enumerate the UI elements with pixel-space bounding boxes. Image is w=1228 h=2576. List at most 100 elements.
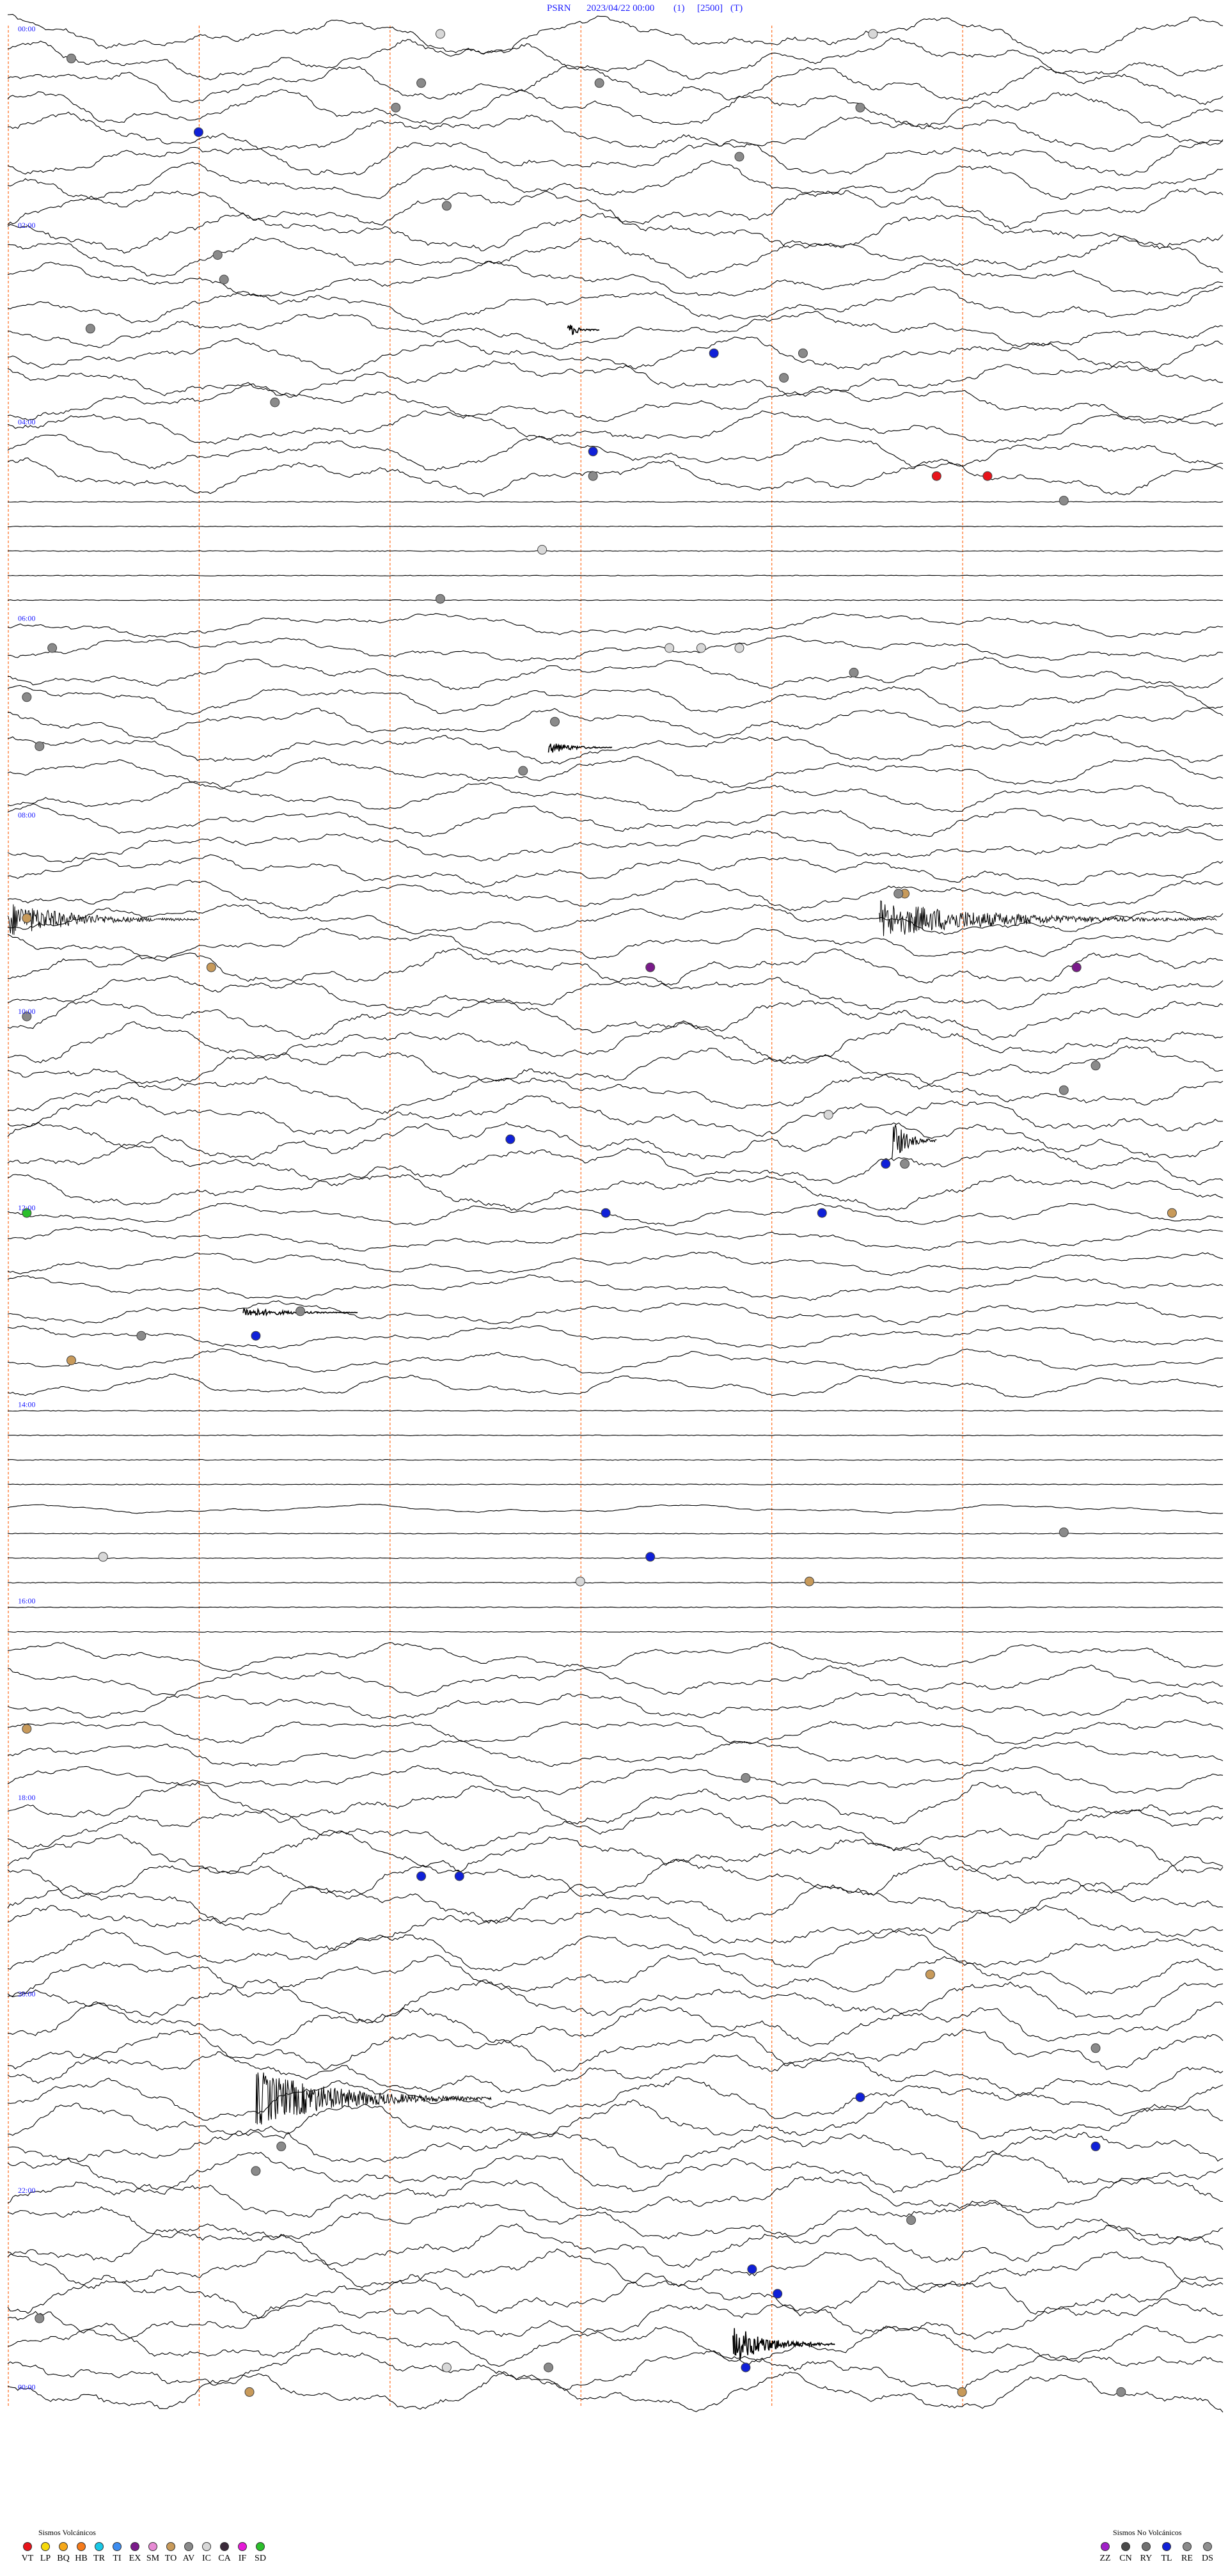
event-marker-av bbox=[855, 102, 865, 113]
header-datetime: 2023/04/22 00:00 bbox=[586, 3, 654, 13]
event-marker-av bbox=[441, 201, 452, 211]
event-marker-tl bbox=[193, 127, 203, 138]
legend-code-ry: RY bbox=[1140, 2554, 1153, 2563]
event-marker-av bbox=[893, 889, 904, 899]
event-marker-av bbox=[22, 692, 32, 702]
event-marker-av bbox=[85, 324, 95, 334]
event-marker-tl bbox=[251, 1331, 261, 1341]
legend-code-if: IF bbox=[239, 2554, 247, 2563]
event-marker-tl bbox=[601, 1208, 611, 1218]
hour-label: 06:00 bbox=[18, 614, 35, 623]
legend-swatch-lp bbox=[41, 2542, 50, 2551]
legend-swatch-to bbox=[166, 2542, 175, 2551]
legend-code-lp: LP bbox=[40, 2554, 51, 2563]
event-marker-av bbox=[1090, 2043, 1101, 2053]
legend-swatch-sm bbox=[148, 2542, 157, 2551]
event-marker-to bbox=[66, 1355, 76, 1366]
hour-label: 00:00 bbox=[18, 24, 35, 33]
event-marker-ic bbox=[98, 1552, 108, 1562]
event-marker-av bbox=[35, 741, 45, 752]
event-marker-av bbox=[849, 667, 859, 677]
event-marker-ic bbox=[734, 643, 744, 653]
event-marker-ex bbox=[645, 962, 656, 972]
event-marker-to bbox=[957, 2387, 967, 2397]
legend-swatch-hb bbox=[77, 2542, 86, 2551]
event-marker-tl bbox=[747, 2264, 757, 2274]
legend-swatch-av bbox=[184, 2542, 193, 2551]
event-marker-av bbox=[779, 373, 789, 383]
legend-code-sd: SD bbox=[255, 2554, 266, 2563]
legend-code-hb: HB bbox=[75, 2554, 87, 2563]
legend-swatch-sd bbox=[256, 2542, 265, 2551]
event-marker-av bbox=[219, 274, 229, 285]
header-component: (1) bbox=[673, 3, 685, 13]
hour-label: 22:00 bbox=[18, 2186, 35, 2195]
event-marker-tl bbox=[741, 2362, 751, 2373]
event-marker-ic bbox=[441, 2362, 452, 2373]
event-marker-to bbox=[925, 1970, 935, 1980]
legend-code-sm: SM bbox=[146, 2554, 160, 2563]
legend-swatch-ry bbox=[1142, 2542, 1151, 2551]
legend-code-vt: VT bbox=[22, 2554, 34, 2563]
legend-swatch-ti bbox=[113, 2542, 122, 2551]
legend-code-ds: DS bbox=[1202, 2554, 1213, 2563]
event-marker-av bbox=[47, 643, 58, 653]
event-marker-to bbox=[22, 1724, 32, 1734]
legend-swatch-vt bbox=[23, 2542, 32, 2551]
legend-code-tl: TL bbox=[1161, 2554, 1172, 2563]
helicorder-plot: PSRN 2023/04/22 00:00 (1) [2500] (T) 00:… bbox=[0, 0, 1228, 2576]
event-marker-tl bbox=[1090, 2141, 1101, 2151]
legend-code-ex: EX bbox=[129, 2554, 141, 2563]
event-marker-av bbox=[544, 2362, 554, 2373]
event-marker-ic bbox=[823, 1110, 833, 1120]
hour-label: 10:00 bbox=[18, 1007, 35, 1016]
header-station: PSRN bbox=[547, 3, 571, 13]
event-marker-av bbox=[35, 2313, 45, 2323]
event-marker-av bbox=[549, 716, 560, 727]
hour-label: 18:00 bbox=[18, 1793, 35, 1802]
legend-swatch-zz bbox=[1101, 2542, 1110, 2551]
header-mode: (T) bbox=[730, 3, 743, 13]
legend-swatch-ex bbox=[130, 2542, 139, 2551]
legend-code-cn: CN bbox=[1119, 2554, 1131, 2563]
event-marker-av bbox=[66, 53, 76, 63]
event-marker-tl bbox=[817, 1208, 827, 1218]
event-marker-tl bbox=[773, 2289, 783, 2299]
legend-swatch-cn bbox=[1121, 2542, 1130, 2551]
legend-volcanic-title: Sismos Volcánicos bbox=[38, 2528, 96, 2537]
event-marker-vt bbox=[982, 471, 993, 481]
hour-label: 14:00 bbox=[18, 1400, 35, 1409]
legend-code-re: RE bbox=[1181, 2554, 1193, 2563]
event-marker-tl bbox=[588, 446, 598, 457]
event-marker-av bbox=[416, 78, 427, 88]
legend-swatch-re bbox=[1183, 2542, 1192, 2551]
event-marker-tl bbox=[505, 1134, 516, 1144]
event-marker-ic bbox=[868, 29, 878, 39]
event-marker-to bbox=[1167, 1208, 1177, 1218]
hour-label: 02:00 bbox=[18, 221, 35, 230]
event-marker-av bbox=[1116, 2387, 1126, 2397]
event-marker-to bbox=[244, 2387, 255, 2397]
event-marker-av bbox=[1059, 496, 1069, 506]
legend-swatch-ic bbox=[202, 2542, 211, 2551]
legend-code-ca: CA bbox=[218, 2554, 231, 2563]
legend-swatch-ds bbox=[1203, 2542, 1212, 2551]
event-marker-tl bbox=[881, 1158, 891, 1169]
event-marker-av bbox=[276, 2141, 287, 2151]
hour-label: 00:00 bbox=[18, 2382, 35, 2391]
legend-code-ic: IC bbox=[202, 2554, 211, 2563]
event-marker-av bbox=[1059, 1527, 1069, 1537]
event-marker-av bbox=[295, 1306, 306, 1316]
event-marker-ic bbox=[665, 643, 675, 653]
event-marker-tl bbox=[855, 2092, 865, 2103]
event-marker-av bbox=[594, 78, 604, 88]
event-marker-ex bbox=[1071, 962, 1082, 972]
event-marker-av bbox=[906, 2215, 917, 2225]
hour-label: 04:00 bbox=[18, 417, 35, 426]
event-marker-av bbox=[734, 152, 744, 162]
event-marker-ic bbox=[537, 544, 547, 555]
event-marker-tl bbox=[416, 1871, 427, 1881]
event-marker-tl bbox=[709, 348, 719, 358]
legend-swatch-tl bbox=[1162, 2542, 1171, 2551]
legend-code-av: AV bbox=[183, 2554, 194, 2563]
